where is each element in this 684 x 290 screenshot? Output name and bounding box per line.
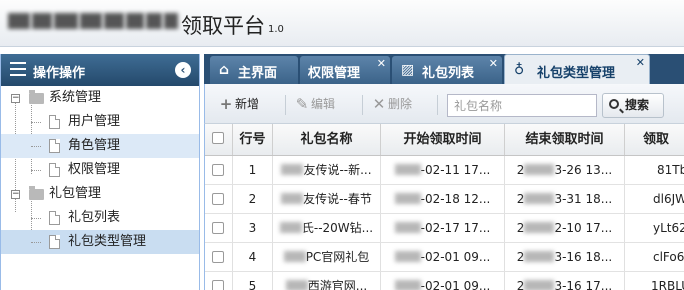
tree-node-roles[interactable]: 角色管理 xyxy=(1,134,199,158)
tree-node-users[interactable]: 用户管理 xyxy=(1,110,199,134)
tree-node-system[interactable]: − 系统管理 xyxy=(1,86,199,110)
file-icon xyxy=(49,115,60,129)
file-icon xyxy=(49,211,60,225)
row-checkbox[interactable] xyxy=(212,164,224,176)
toolbar: +新增 ✎编辑 ✕删除 搜索 xyxy=(204,84,684,124)
table-row[interactable]: 3 氏--20W钻... -02-17 17... 2 2-10 17... yL… xyxy=(205,214,684,243)
file-icon xyxy=(49,235,60,249)
column-header-end-time[interactable]: 结束领取时间 xyxy=(505,124,625,155)
select-all-checkbox[interactable] xyxy=(212,132,224,144)
close-icon[interactable]: ✕ xyxy=(377,57,386,70)
search-icon xyxy=(609,99,619,109)
sidebar-title: 操作操作 xyxy=(33,66,86,81)
gift-icon: ♁ xyxy=(514,62,525,78)
folder-icon xyxy=(29,90,44,104)
add-button[interactable]: + 新增 xyxy=(217,93,259,117)
app-version: 1.0 xyxy=(268,24,284,35)
tab-gift-types[interactable]: ♁ 礼包类型管理 ✕ xyxy=(504,54,650,84)
sidebar: 操作操作 ‹ − 系统管理 用户管理 角色管理 权限管理 − 礼包管理 礼包列表… xyxy=(0,54,200,290)
folder-icon xyxy=(29,186,44,200)
edit-button[interactable]: ✎ 编辑 xyxy=(293,93,335,117)
app-title: 领取平台 1.0 xyxy=(181,14,284,38)
table-row[interactable]: 5 西游官网... -02-01 09... 23-16 17... 1RBLU xyxy=(205,272,684,290)
tree-node-gift-types[interactable]: 礼包类型管理 xyxy=(1,230,199,254)
plus-icon: + xyxy=(219,95,233,113)
column-header-gift-name[interactable]: 礼包名称 xyxy=(273,124,381,155)
row-checkbox[interactable] xyxy=(212,251,224,263)
delete-button[interactable]: ✕ 删除 xyxy=(370,93,412,117)
tree-node-gifts[interactable]: − 礼包管理 xyxy=(1,182,199,206)
close-icon[interactable]: ✕ xyxy=(636,56,645,69)
app-header: 领取平台 1.0 xyxy=(0,0,684,47)
collapse-sidebar-button[interactable]: ‹ xyxy=(175,62,191,78)
grid-header: 行号 礼包名称 开始领取时间 结束领取时间 领取 xyxy=(205,124,684,156)
image-icon: ▨ xyxy=(401,62,415,78)
close-icon[interactable]: ✕ xyxy=(489,57,498,70)
file-icon xyxy=(49,163,60,177)
row-checkbox[interactable] xyxy=(212,193,224,205)
column-header-code[interactable]: 领取 xyxy=(625,124,684,155)
row-checkbox[interactable] xyxy=(212,280,224,290)
table-row[interactable]: 2 友传说--春节 -02-18 12... 2 3-31 18... dl6JW xyxy=(205,185,684,214)
search-input[interactable] xyxy=(447,94,597,117)
tree-node-gift-list[interactable]: 礼包列表 xyxy=(1,206,199,230)
search-button[interactable]: 搜索 xyxy=(602,93,664,118)
tab-home[interactable]: ⌂ 主界面 xyxy=(210,56,298,84)
tab-gift-list[interactable]: ▨ 礼包列表 ✕ xyxy=(392,56,502,84)
redacted-company-name xyxy=(8,13,188,33)
collapse-toggle-icon[interactable]: − xyxy=(11,94,20,103)
edit-icon: ✎ xyxy=(295,95,309,113)
row-checkbox[interactable] xyxy=(212,222,224,234)
file-icon xyxy=(49,139,60,153)
table-row[interactable]: 4 PC官网礼包 -02-01 09... 2 3-16 18... clFo6 xyxy=(205,243,684,272)
delete-icon: ✕ xyxy=(372,95,386,113)
sidebar-header: 操作操作 ‹ xyxy=(1,54,199,86)
collapse-toggle-icon[interactable]: − xyxy=(11,190,20,199)
tree-node-permissions[interactable]: 权限管理 xyxy=(1,158,199,182)
tab-bar: ⌂ 主界面 权限管理 ✕ ▨ 礼包列表 ✕ ♁ 礼包类型管理 ✕ xyxy=(204,54,684,84)
column-header-start-time[interactable]: 开始领取时间 xyxy=(381,124,505,155)
nav-tree: − 系统管理 用户管理 角色管理 权限管理 − 礼包管理 礼包列表 礼包类型管理 xyxy=(1,86,199,254)
column-header-row-number[interactable]: 行号 xyxy=(233,124,273,155)
menu-icon xyxy=(10,62,26,76)
tab-permissions[interactable]: 权限管理 ✕ xyxy=(300,56,390,84)
table-row[interactable]: 1 友传说--新... -02-11 17... 2 3-26 13... 81T… xyxy=(205,156,684,185)
home-icon: ⌂ xyxy=(219,62,230,78)
gift-type-grid: 行号 礼包名称 开始领取时间 结束领取时间 领取 1 友传说--新... -02… xyxy=(204,124,684,290)
